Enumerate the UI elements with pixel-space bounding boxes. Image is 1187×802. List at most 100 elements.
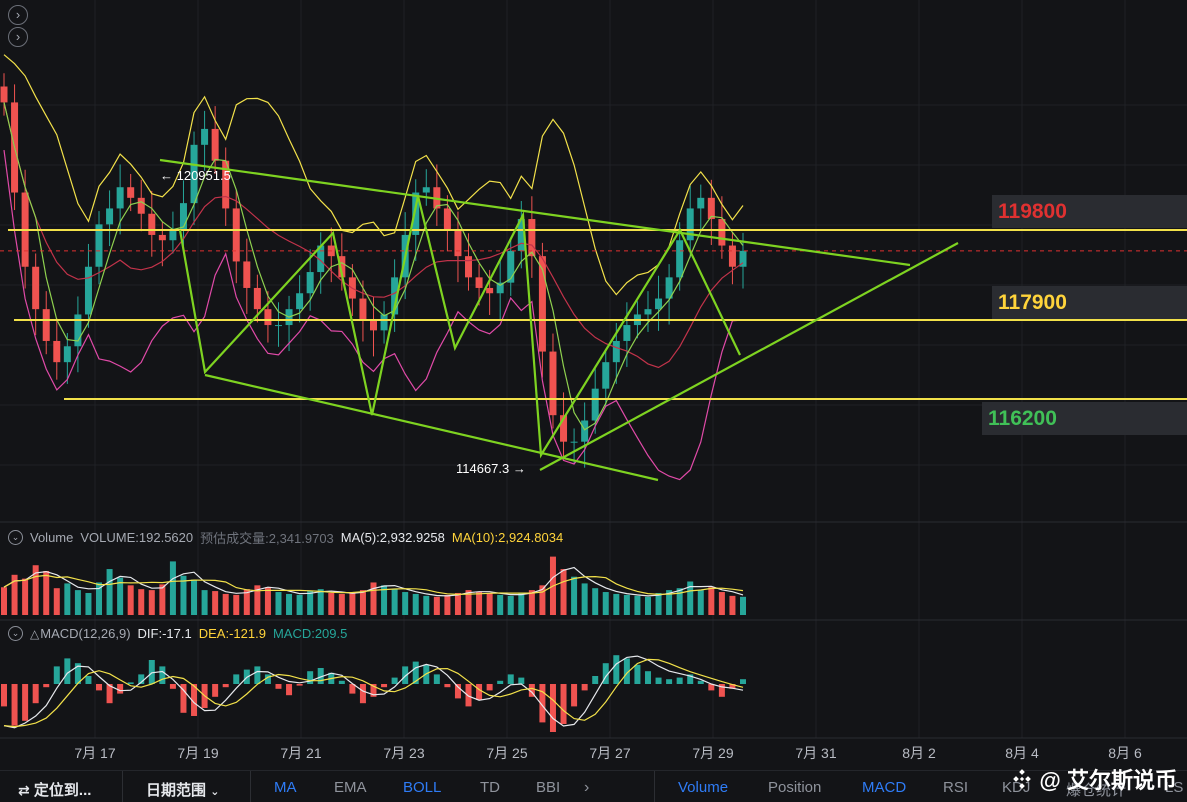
macd-bar [22,684,29,721]
candle-body [232,208,240,262]
indicator-bbi[interactable]: BBI [536,779,560,796]
macd-bar [391,677,398,684]
candle-body [116,187,124,209]
chevron-down-icon[interactable]: ⌄ [8,530,23,545]
candle-body [158,234,166,241]
volume-bar [454,592,461,615]
volume-bar [433,596,440,615]
candle-body [32,266,40,310]
subchart-volume[interactable]: Volume [678,779,728,796]
collapse-up-icon[interactable]: › [8,5,28,25]
subchart-position[interactable]: Position [768,779,821,796]
candle-body [0,86,8,103]
chevron-right-icon[interactable]: › [584,779,589,797]
watermark: @ 艾尔斯说币 [1011,763,1177,795]
volume-bar [53,588,60,615]
macd-bar [169,684,176,689]
candle-body [243,261,251,288]
macd-bar [592,676,599,684]
candle-body [274,325,282,327]
chevron-down-icon[interactable]: ⌄ [8,626,23,641]
x-tick-label: 8月 6 [1108,745,1142,761]
macd-bar [507,674,514,684]
candle-body [127,187,135,198]
collapse-down-icon[interactable]: › [8,27,28,47]
candle-body [570,441,578,443]
volume-bar [518,592,525,615]
candle-body [359,298,367,320]
volume-bar [560,569,567,615]
macd-value: MACD:209.5 [272,626,348,641]
candle-body [697,197,705,209]
macd-bar [381,684,388,688]
volume-bar [486,592,493,615]
macd-bar [613,655,620,684]
candle-body [422,187,430,193]
chart-canvas [0,0,1187,739]
macd-bar [307,671,314,684]
locate-button[interactable]: ⇄ 定位到... [18,779,91,800]
indicator-boll[interactable]: BOLL [403,779,441,796]
macd-bar [43,684,50,688]
date-range-dropdown[interactable]: 日期范围 ⌄ [146,779,219,800]
bell-icon[interactable]: △ [30,627,39,641]
macd-bar [644,671,651,684]
volume-bar [43,570,50,615]
bottom-toolbar: ⇄ 定位到... 日期范围 ⌄ MA EMA BOLL TD BBI › Vol… [0,770,1187,802]
x-tick-label: 7月 29 [692,745,734,761]
volume-bar [602,592,609,615]
volume-bar [729,595,736,615]
volume-bar [296,594,303,615]
macd-bar [286,684,293,696]
macd-bar [296,684,303,686]
macd-dea: DEA:-121.9 [198,626,266,641]
macd-bar [497,680,504,684]
candle-body [655,298,663,310]
candle-body [475,277,483,288]
volume-bar [634,595,641,615]
indicator-ema[interactable]: EMA [334,779,367,796]
macd-bar [338,680,345,684]
volume-bar [571,576,578,615]
volume-bar [169,561,176,615]
volume-bar [370,582,377,615]
x-tick-label: 7月 23 [383,745,425,761]
subchart-rsi[interactable]: RSI [943,779,968,796]
indicator-ma[interactable]: MA [274,779,297,796]
volume-bar [644,596,651,615]
volume-bar [328,592,335,615]
subchart-macd[interactable]: MACD [862,779,906,796]
candle-body [602,362,610,389]
volume-estimate: 预估成交量:2,341.9703 [200,531,334,546]
toolbar-divider [654,771,655,802]
toolbar-divider [122,771,123,802]
macd-bar [518,677,525,684]
macd-bar [85,676,92,684]
toolbar-divider [250,771,251,802]
macd-bar [634,664,641,684]
volume-ma10: MA(10):2,924.8034 [451,530,564,545]
volume-bar [201,590,208,615]
volume-bar [391,589,398,615]
volume-bar [423,595,430,615]
macd-bar [233,674,240,684]
price-tag-119800: 119800 [992,195,1187,228]
macd-bar [697,680,704,684]
candle-body [644,309,652,315]
volume-bar [212,591,219,615]
volume-bar [138,589,145,615]
macd-dif: DIF:-17.1 [137,626,192,641]
macd-title: MACD(12,26,9) [40,626,131,641]
volume-bar [317,589,324,615]
volume-bar [476,592,483,615]
volume-bar [718,592,725,615]
indicator-td[interactable]: TD [480,779,500,796]
candle-body [581,420,589,442]
candle-body [623,325,631,341]
candle-body [549,351,557,416]
volume-bar [338,593,345,615]
candle-body [201,128,209,145]
calendar-icon: ⇄ [18,782,30,798]
low-price-label: 114667.3 → [456,461,526,476]
candle-body [84,266,92,315]
